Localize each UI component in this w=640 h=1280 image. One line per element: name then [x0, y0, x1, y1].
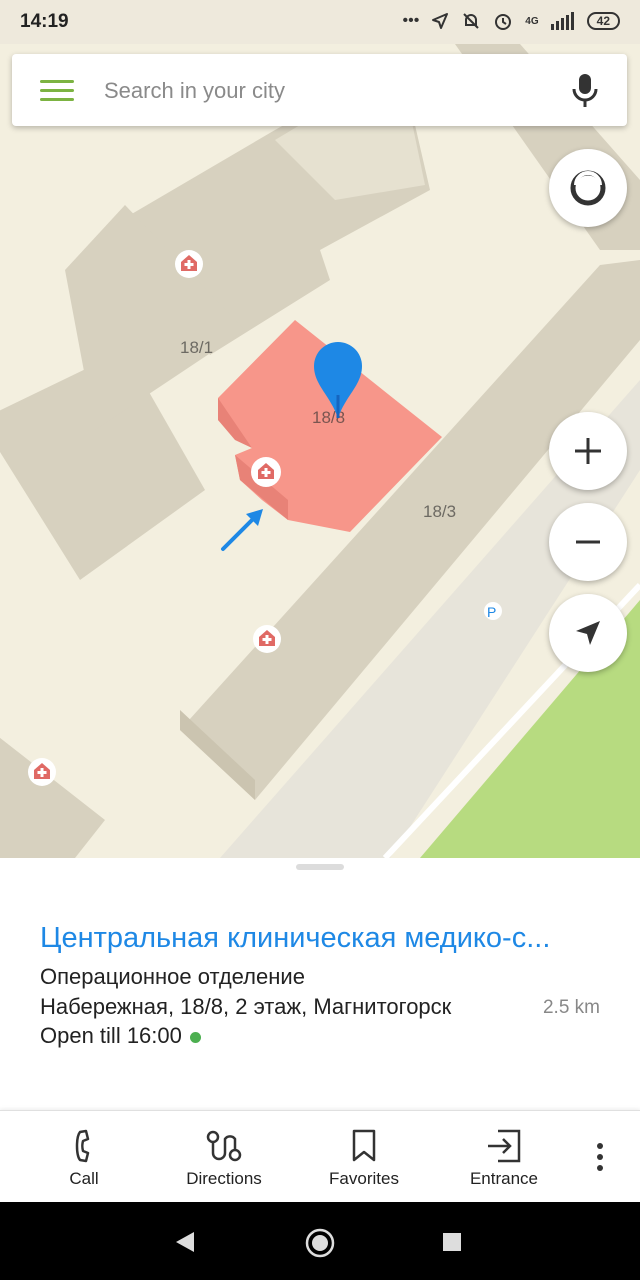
search-bar[interactable] — [12, 54, 627, 126]
home-icon[interactable] — [305, 1228, 335, 1258]
system-navigation-bar — [0, 1202, 640, 1280]
action-bar: Call Directions Favorites Entrance — [0, 1110, 640, 1203]
status-bar: 14:19 ••• 4G 42 — [0, 0, 640, 44]
layers-button[interactable] — [549, 149, 627, 227]
sheet-handle[interactable] — [296, 864, 344, 870]
zoom-out-button[interactable] — [549, 503, 627, 581]
open-status-dot — [189, 1031, 201, 1043]
zoom-in-button[interactable] — [549, 412, 627, 490]
recents-icon[interactable] — [443, 1233, 461, 1251]
directions-button[interactable]: Directions — [154, 1111, 294, 1203]
battery-indicator: 42 — [586, 12, 620, 30]
map-canvas[interactable]: 18/1 18/8 18/3 P — [0, 44, 640, 858]
map-view[interactable]: 18/1 18/8 18/3 P — [0, 44, 640, 858]
favorites-label: Favorites — [329, 1169, 399, 1188]
network-type: 4G — [525, 15, 539, 27]
directions-label: Directions — [186, 1169, 262, 1188]
place-title[interactable]: Центральная клиническая медико-с... — [40, 922, 610, 955]
parking-label: P — [487, 604, 496, 620]
more-options-icon[interactable] — [588, 1141, 612, 1173]
favorites-button[interactable]: Favorites — [294, 1111, 434, 1203]
place-subtitle: Операционное отделение — [40, 964, 305, 989]
mute-bell-icon — [463, 13, 480, 29]
more-notifications-icon: ••• — [402, 12, 420, 29]
menu-icon[interactable] — [40, 80, 74, 102]
building-bottom-left — [0, 737, 105, 858]
layers-icon — [570, 170, 606, 206]
call-label: Call — [69, 1169, 99, 1188]
phone-icon — [75, 1129, 90, 1163]
location-icon — [432, 13, 449, 29]
status-time: 14:19 — [20, 11, 69, 32]
hospital-icon[interactable] — [175, 250, 203, 278]
place-address: Набережная, 18/8, 2 этаж, Магнитогорск — [40, 994, 452, 1019]
hospital-icon[interactable] — [28, 758, 56, 786]
place-distance: 2.5 km — [542, 997, 600, 1018]
signal-icon — [550, 12, 574, 30]
building-label-18-3: 18/3 — [423, 502, 456, 521]
search-input[interactable] — [102, 72, 536, 110]
entrance-label: Entrance — [469, 1169, 539, 1188]
place-hours: Open till 16:00 — [40, 1023, 182, 1048]
alarm-icon — [495, 14, 512, 30]
microphone-icon[interactable] — [571, 72, 599, 110]
plus-icon — [575, 438, 601, 464]
entrance-icon — [488, 1129, 521, 1163]
building-label-18-1: 18/1 — [180, 338, 213, 357]
bookmark-icon — [352, 1129, 376, 1162]
hospital-icon[interactable] — [251, 457, 281, 487]
place-hours-row: Open till 16:00 — [40, 1023, 201, 1049]
status-icons: ••• 4G 42 — [402, 11, 620, 31]
my-location-button[interactable] — [549, 594, 627, 672]
hospital-icon[interactable] — [253, 625, 281, 653]
annotation-arrow-icon — [221, 509, 263, 551]
navigation-arrow-icon — [576, 621, 600, 645]
place-card[interactable]: Центральная клиническая медико-с... Опер… — [0, 858, 640, 1110]
route-icon — [206, 1130, 242, 1162]
back-icon[interactable] — [174, 1231, 196, 1253]
call-button[interactable]: Call — [14, 1111, 154, 1203]
entrance-button[interactable]: Entrance — [434, 1111, 574, 1203]
minus-icon — [576, 540, 600, 544]
